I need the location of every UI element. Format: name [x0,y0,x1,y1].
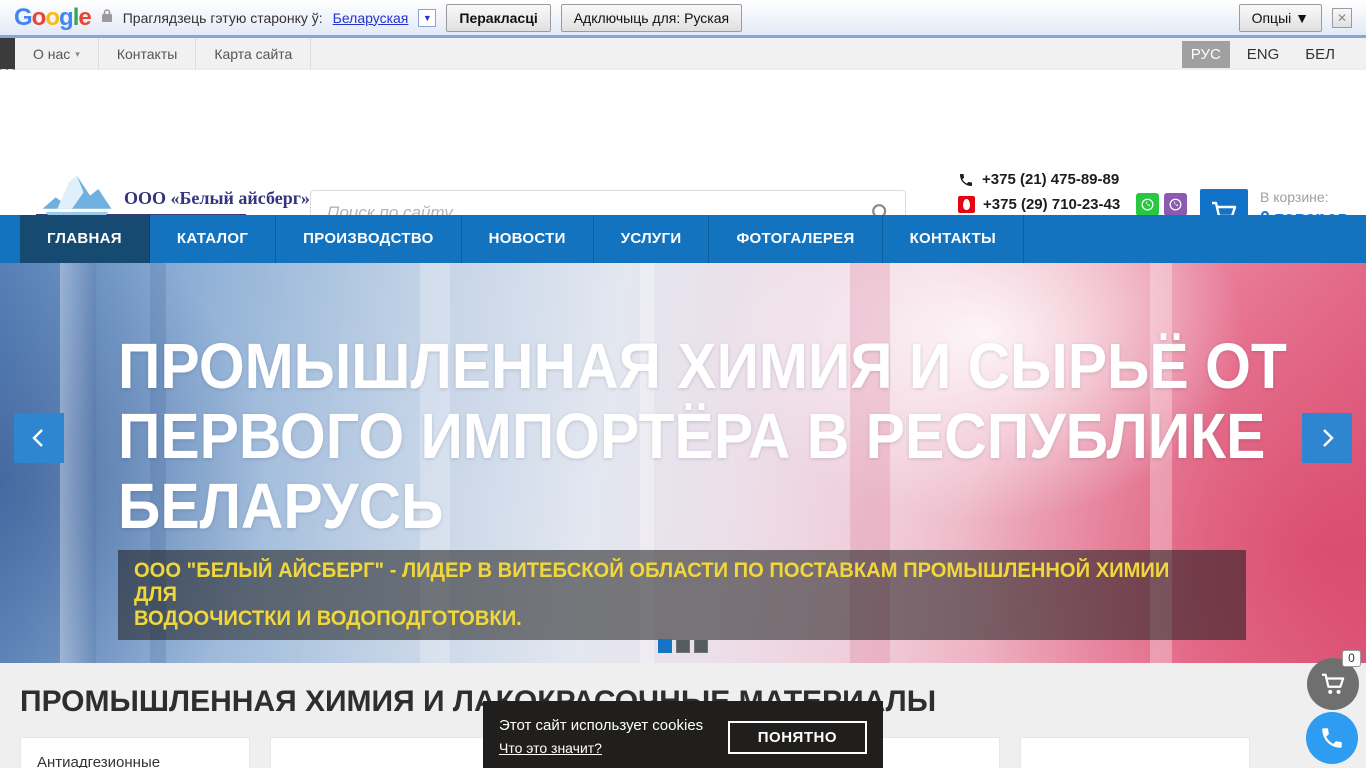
menu-item-production[interactable]: ПРОИЗВОДСТВО [276,215,462,263]
cookie-info-link[interactable]: Что это значит? [499,740,602,756]
nav-item-sitemap[interactable]: Карта сайта [196,38,312,70]
menu-item-news[interactable]: НОВОСТИ [462,215,594,263]
phone-row-2: +375 (29) 710-23-43 [958,192,1188,217]
top-nav: О нас ▾ Контакты Карта сайта РУС ENG БЕЛ [0,38,1366,74]
logo-text: ООО «Белый айсберг» [124,188,310,208]
category-card[interactable]: Антиадгезионные [20,737,250,768]
whatsapp-icon[interactable] [1136,193,1160,216]
translate-language-link[interactable]: Беларуская [333,10,409,26]
language-switcher: РУС ENG БЕЛ [1181,40,1344,68]
site-header: ООО «Белый айсберг» +375 (21) 475-89-89 … [0,70,1366,263]
phone-row-1: +375 (21) 475-89-89 [958,167,1187,192]
corner-block [0,38,15,70]
chevron-left-icon [32,429,43,447]
floating-phone-icon [1322,728,1342,748]
menu-item-catalog[interactable]: КАТАЛОГ [150,215,277,263]
slider-dot-2[interactable] [676,639,690,653]
phone-number[interactable]: +375 (29) 710-23-43 [983,196,1120,213]
cookie-accept-button[interactable]: ПОНЯТНО [727,721,867,754]
disable-translate-button[interactable]: Адключыць для: Руская [560,3,743,32]
category-card[interactable] [270,737,500,768]
viber-icon[interactable] [1164,193,1188,216]
decor [60,263,96,663]
lang-eng[interactable]: ENG [1238,41,1289,68]
options-button[interactable]: Опцыі ▼ [1238,3,1322,32]
caret-down-icon: ▼ [1295,9,1309,26]
google-logo: Google [14,3,92,31]
main-menu: ГЛАВНАЯ КАТАЛОГ ПРОИЗВОДСТВО НОВОСТИ УСЛ… [0,215,1366,263]
slider-next-button[interactable] [1302,413,1352,463]
phone-number[interactable]: +375 (21) 475-89-89 [982,171,1119,188]
nav-item-contacts[interactable]: Контакты [99,38,197,70]
language-dropdown-button[interactable]: ▼ [418,8,437,27]
chevron-down-icon: ▾ [75,48,80,59]
close-translate-bar-button[interactable]: ✕ [1332,7,1352,28]
cookie-notice: Этот сайт использует cookies Что это зна… [483,701,883,768]
menu-item-services[interactable]: УСЛУГИ [594,215,710,263]
category-card[interactable] [1020,737,1250,768]
menu-item-home[interactable]: ГЛАВНАЯ [20,215,150,263]
phone-icon [960,173,972,186]
menu-item-gallery[interactable]: ФОТОГАЛЕРЕЯ [709,215,883,263]
nav-item-about[interactable]: О нас ▾ [15,38,99,70]
translate-button[interactable]: Перакласці [446,3,551,32]
google-translate-bar: Google Праглядзець гэтую старонку ў: Бел… [0,0,1366,38]
cart-badge: 0 [1342,650,1361,667]
caret-down-icon: ▼ [422,12,432,23]
floating-cart-icon [1321,673,1345,694]
hero-slider: ПРОМЫШЛЕННАЯ ХИМИЯ И СЫРЬЁ ОТ ПЕРВОГО ИМ… [0,263,1366,663]
page: Google Праглядзець гэтую старонку ў: Бел… [0,0,1366,768]
close-icon: ✕ [1336,10,1348,25]
hero-subtitle: ООО "БЕЛЫЙ АЙСБЕРГ" - ЛИДЕР В ВИТЕБСКОЙ … [118,550,1246,640]
menu-item-contacts[interactable]: КОНТАКТЫ [883,215,1025,263]
lock-icon [101,8,113,28]
floating-phone-button[interactable] [1306,712,1358,764]
translate-prompt: Праглядзець гэтую старонку ў: [122,9,323,26]
hero-title: ПРОМЫШЛЕННАЯ ХИМИЯ И СЫРЬЁ ОТ ПЕРВОГО ИМ… [118,330,1287,542]
lang-rus[interactable]: РУС [1181,40,1230,68]
lang-bel[interactable]: БЕЛ [1296,41,1344,68]
floating-cart-button[interactable]: 0 [1307,650,1361,710]
cart-label: В корзине: [1260,189,1329,205]
mts-icon [958,196,975,213]
slider-pagination [658,639,708,653]
chevron-right-icon [1323,429,1334,447]
slider-dot-3[interactable] [694,639,708,653]
slider-dot-1[interactable] [658,639,672,653]
slider-prev-button[interactable] [14,413,64,463]
